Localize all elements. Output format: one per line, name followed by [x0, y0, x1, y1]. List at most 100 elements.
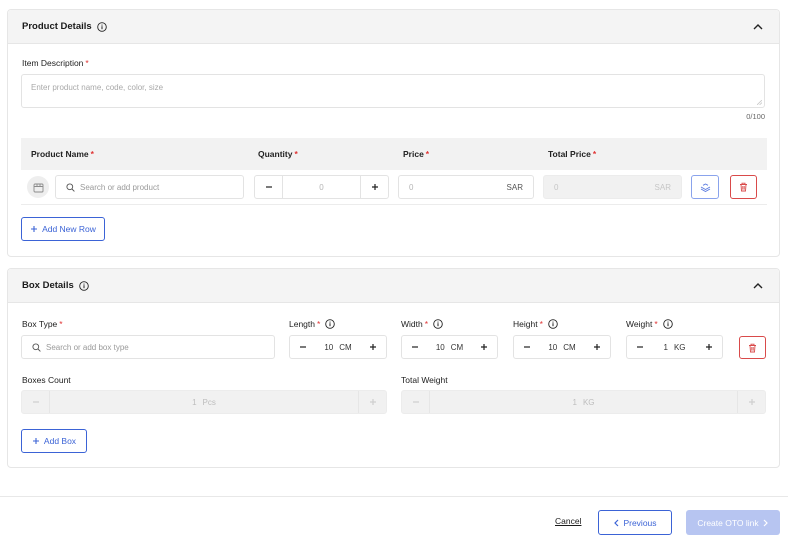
search-icon [32, 342, 41, 352]
increase-weight-button[interactable] [696, 336, 722, 358]
weight-label: Weight * [626, 319, 673, 329]
length-stepper[interactable]: 10 CM [289, 335, 387, 359]
width-unit: CM [450, 342, 464, 352]
boxes-count-value-group: 1 Pcs [50, 391, 358, 413]
column-quantity: Quantity * [258, 149, 298, 159]
total-price-currency: SAR [654, 182, 671, 192]
minus-icon [637, 346, 643, 348]
increase-width-button[interactable] [471, 336, 497, 358]
item-description-label: Item Description * [22, 58, 89, 68]
chevron-up-icon[interactable] [751, 279, 765, 293]
height-value: 10 [548, 342, 558, 352]
column-product-name: Product Name * [31, 149, 94, 159]
total-weight-label: Total Weight [401, 375, 448, 385]
item-description-field[interactable]: Enter product name, code, color, size [21, 74, 765, 108]
column-price: Price * [403, 149, 430, 159]
previous-button[interactable]: Previous [598, 510, 672, 535]
info-icon[interactable] [78, 280, 89, 291]
quantity-stepper[interactable]: 0 [254, 175, 389, 199]
resize-handle-icon[interactable] [757, 100, 762, 105]
box-details-header[interactable]: Box Details [8, 269, 779, 303]
product-image-placeholder[interactable] [27, 176, 49, 198]
search-icon [66, 182, 75, 192]
product-search-input[interactable]: Search or add product [55, 175, 244, 199]
weight-stepper[interactable]: 1 KG [626, 335, 723, 359]
decrease-quantity-button[interactable] [255, 176, 283, 198]
info-icon[interactable] [325, 319, 336, 329]
height-unit: CM [563, 342, 576, 352]
height-value-group[interactable]: 10 CM [540, 336, 584, 358]
increase-height-button[interactable] [584, 336, 610, 358]
info-icon[interactable] [548, 319, 558, 329]
create-oto-link-button[interactable]: Create OTO link [686, 510, 780, 535]
product-search-placeholder: Search or add product [80, 182, 160, 192]
add-box-button[interactable]: Add Box [21, 429, 87, 453]
decrease-height-button[interactable] [514, 336, 540, 358]
plus-icon [370, 344, 376, 350]
item-description-placeholder: Enter product name, code, color, size [31, 83, 164, 92]
box-type-search-input[interactable]: Search or add box type [21, 335, 275, 359]
boxes-count-value: 1 [192, 397, 197, 407]
total-price-value: 0 [554, 182, 559, 192]
minus-icon [265, 186, 272, 188]
plus-icon [594, 344, 600, 350]
row-divider [21, 204, 767, 205]
width-value: 10 [435, 342, 445, 352]
minus-icon [32, 401, 39, 403]
chevron-left-icon [614, 519, 619, 526]
info-icon[interactable] [96, 21, 107, 32]
weight-value-group[interactable]: 1 KG [653, 336, 696, 358]
info-icon[interactable] [662, 319, 673, 329]
trash-icon [749, 343, 756, 352]
decrease-width-button[interactable] [402, 336, 428, 358]
delete-box-button[interactable] [739, 336, 766, 359]
total-weight-unit: KG [582, 397, 595, 407]
total-weight-stepper: 1 KG [401, 390, 766, 414]
boxes-count-label: Boxes Count [22, 375, 71, 385]
chevron-up-icon[interactable] [751, 20, 765, 34]
minus-icon [412, 401, 419, 403]
minus-icon [524, 346, 530, 348]
plus-icon [369, 399, 376, 405]
total-weight-value-group: 1 KG [430, 391, 737, 413]
box-type-label: Box Type * [22, 319, 63, 329]
add-new-row-button[interactable]: Add New Row [21, 217, 105, 241]
length-label: Length * [289, 319, 336, 329]
increase-boxes-count-button [358, 391, 386, 413]
increase-total-weight-button [737, 391, 765, 413]
increase-quantity-button[interactable] [360, 176, 388, 198]
delete-row-button[interactable] [730, 175, 757, 199]
quantity-value[interactable]: 0 [283, 176, 360, 198]
height-stepper[interactable]: 10 CM [513, 335, 611, 359]
product-details-header[interactable]: Product Details [8, 10, 779, 44]
decrease-total-weight-button [402, 391, 430, 413]
package-icon [33, 183, 43, 192]
decrease-weight-button[interactable] [627, 336, 653, 358]
add-new-row-label: Add New Row [42, 224, 96, 234]
price-currency: SAR [506, 182, 523, 192]
duplicate-row-button[interactable] [691, 175, 719, 199]
char-counter: 0/100 [746, 112, 765, 121]
product-details-card: Product Details [7, 9, 780, 257]
decrease-length-button[interactable] [290, 336, 316, 358]
chevron-right-icon [763, 519, 768, 526]
length-value-group[interactable]: 10 CM [316, 336, 360, 358]
cancel-link[interactable]: Cancel [555, 516, 581, 526]
increase-length-button[interactable] [360, 336, 386, 358]
width-label: Width * [401, 319, 443, 329]
minus-icon [412, 346, 418, 348]
width-value-group[interactable]: 10 CM [428, 336, 471, 358]
weight-unit: KG [673, 342, 686, 352]
trash-icon [740, 182, 747, 192]
plus-icon [706, 344, 712, 350]
price-input[interactable]: 0 SAR [398, 175, 534, 199]
info-icon[interactable] [433, 319, 443, 329]
previous-label: Previous [623, 517, 657, 528]
price-value: 0 [409, 182, 414, 192]
length-unit: CM [339, 342, 352, 352]
add-box-label: Add Box [43, 436, 77, 446]
box-details-title: Box Details [22, 280, 74, 291]
total-price-input: 0 SAR [543, 175, 682, 199]
minus-icon [300, 346, 306, 348]
width-stepper[interactable]: 10 CM [401, 335, 498, 359]
